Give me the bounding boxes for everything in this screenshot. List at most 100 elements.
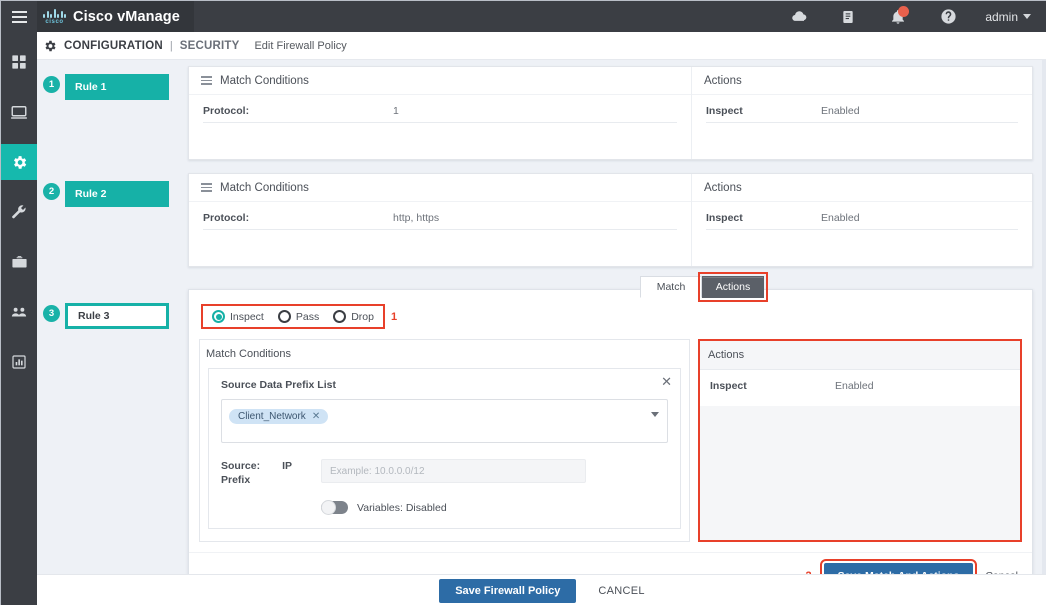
source-prefix-list-label: Source Data Prefix List <box>221 379 336 391</box>
rule-tab-1[interactable]: Rule 1 <box>65 74 169 100</box>
step-badge: 2 <box>43 183 60 200</box>
rule-1-match-body: Protocol: 1 <box>189 95 691 159</box>
prefix-chip-label: Client_Network <box>238 411 306 422</box>
help-icon[interactable] <box>923 1 973 32</box>
drag-handle-icon[interactable] <box>201 183 212 192</box>
tab-match-label: Match <box>656 281 686 293</box>
breadcrumb-main[interactable]: CONFIGURATION <box>64 40 163 52</box>
sidebar-item-configuration[interactable] <box>1 144 37 180</box>
rule-tab-label: Rule 1 <box>75 81 107 93</box>
rule-3-tabstrip: Match Actions <box>640 272 768 302</box>
sidebar-item-administration[interactable] <box>1 294 37 330</box>
inspect-key: Inspect <box>706 212 743 224</box>
rule-3-actions-body: Inspect Enabled <box>700 369 1020 406</box>
protocol-value: 1 <box>393 105 399 117</box>
cloud-icon[interactable] <box>773 1 823 32</box>
notification-badge <box>898 6 910 17</box>
chevron-down-icon <box>1023 14 1031 19</box>
rule-1-left: 1 Rule 1 <box>37 66 188 100</box>
main-content: 1 Rule 1 Match Conditions Protocol: 1 Ac… <box>37 66 1046 603</box>
top-navigation-bar: cisco Cisco vManage admin <box>1 1 1046 32</box>
rule-tab-3[interactable]: Rule 3 <box>65 303 169 329</box>
tab-actions-label: Actions <box>715 281 751 293</box>
action-radio-group: Inspect Pass Drop <box>201 304 385 329</box>
rule-1-actions-panel: Actions Inspect Enabled <box>692 67 1032 159</box>
annotation-1: 1 <box>390 310 398 323</box>
rule-2-match-panel: Match Conditions Protocol: http, https <box>189 174 692 266</box>
rule-3-match-title: Match Conditions <box>206 348 291 360</box>
radio-pass-dot <box>277 310 291 323</box>
rule-2-card: Match Conditions Protocol: http, https A… <box>188 173 1033 267</box>
breadcrumb-separator: | <box>169 39 173 52</box>
breadcrumb-sub[interactable]: SECURITY <box>180 40 240 52</box>
rule-tab-label: Rule 2 <box>75 188 107 200</box>
rule-2-actions-header: Actions <box>692 174 1032 202</box>
save-firewall-policy-button[interactable]: Save Firewall Policy <box>439 578 577 603</box>
topbar-icon-group: admin <box>773 1 1046 32</box>
sidebar-item-monitor[interactable] <box>1 94 37 130</box>
user-menu[interactable]: admin <box>973 10 1037 24</box>
inspect-value: Enabled <box>821 212 860 224</box>
radio-inspect[interactable]: Inspect <box>212 310 264 323</box>
protocol-value: http, https <box>393 212 440 224</box>
rule-1-match-header: Match Conditions <box>189 67 691 95</box>
radio-pass[interactable]: Pass <box>277 310 319 323</box>
rule-3-inspect-value: Enabled <box>835 380 874 392</box>
sidebar-item-analytics[interactable] <box>1 344 37 380</box>
radio-inspect-label: Inspect <box>230 310 264 323</box>
cisco-wordmark: cisco <box>45 18 64 25</box>
cancel-button[interactable]: CANCEL <box>598 585 644 597</box>
brand-area: cisco Cisco vManage <box>37 1 194 32</box>
match-conditions-title: Match Conditions <box>220 181 309 194</box>
rule-2-match-header: Match Conditions <box>189 174 691 202</box>
hamburger-icon[interactable] <box>1 1 37 32</box>
left-sidebar <box>1 32 37 605</box>
inspect-row: Inspect Enabled <box>706 105 1018 123</box>
rule-tab-label: Rule 3 <box>78 310 110 322</box>
rule-row: 2 Rule 2 Match Conditions Protocol: http… <box>37 173 1046 267</box>
rule-1-actions-body: Inspect Enabled <box>692 95 1032 159</box>
actions-title: Actions <box>704 74 742 87</box>
rule-tab-2[interactable]: Rule 2 <box>65 181 169 207</box>
variables-toggle-label: Variables: Disabled <box>357 501 447 514</box>
radio-drop[interactable]: Drop <box>333 310 374 323</box>
bell-icon[interactable] <box>873 1 923 32</box>
sidebar-item-tools[interactable] <box>1 194 37 230</box>
chip-remove-icon[interactable]: ✕ <box>312 411 320 422</box>
source-ip-prefix-label: Source: IP Prefix <box>221 459 321 487</box>
rule-3-columns: Match Conditions ✕ Source Data Prefix Li… <box>189 339 1032 552</box>
protocol-row: Protocol: 1 <box>203 105 677 123</box>
rule-3-inspect-row: Inspect Enabled <box>710 380 1010 392</box>
rule-3-inspect-key: Inspect <box>710 380 747 392</box>
rule-3-row: 3 Rule 3 Match Actions Inspect Pass Drop… <box>37 272 1046 603</box>
source-ip-prefix-input[interactable]: Example: 10.0.0.0/12 <box>321 459 586 483</box>
close-icon[interactable]: ✕ <box>661 375 672 388</box>
source-data-prefix-block: ✕ Source Data Prefix List Client_Network… <box>208 368 681 530</box>
clipboard-icon[interactable] <box>823 1 873 32</box>
rule-3-left: 3 Rule 3 <box>37 289 188 329</box>
source-prefix-list-select[interactable]: Client_Network ✕ <box>221 399 668 443</box>
tab-match[interactable]: Match <box>640 276 702 298</box>
rule-1-match-panel: Match Conditions Protocol: 1 <box>189 67 692 159</box>
drag-handle-icon[interactable] <box>201 76 212 85</box>
sidebar-item-dashboard[interactable] <box>1 44 37 80</box>
app-title: Cisco vManage <box>73 8 180 25</box>
breadcrumb: CONFIGURATION | SECURITY Edit Firewall P… <box>37 32 1046 60</box>
tab-actions[interactable]: Actions <box>698 272 768 302</box>
prefix-chip[interactable]: Client_Network ✕ <box>229 409 329 424</box>
cisco-logo-icon: cisco <box>43 8 66 25</box>
rule-2-actions-body: Inspect Enabled <box>692 202 1032 266</box>
vmanage-window: cisco Cisco vManage admin CONFIGURATION … <box>0 0 1046 605</box>
user-menu-label: admin <box>985 9 1018 24</box>
inspect-row: Inspect Enabled <box>706 212 1018 230</box>
sidebar-item-maintenance[interactable] <box>1 244 37 280</box>
rule-1-actions-header: Actions <box>692 67 1032 95</box>
variables-toggle[interactable] <box>321 500 348 516</box>
vertical-scrollbar[interactable] <box>1042 60 1046 574</box>
chevron-down-icon[interactable] <box>651 412 659 417</box>
rule-2-actions-panel: Actions Inspect Enabled <box>692 174 1032 266</box>
rule-3-match-panel: Match Conditions ✕ Source Data Prefix Li… <box>199 339 690 543</box>
step-badge: 1 <box>43 76 60 93</box>
match-conditions-title: Match Conditions <box>220 74 309 87</box>
radio-drop-label: Drop <box>351 310 374 323</box>
